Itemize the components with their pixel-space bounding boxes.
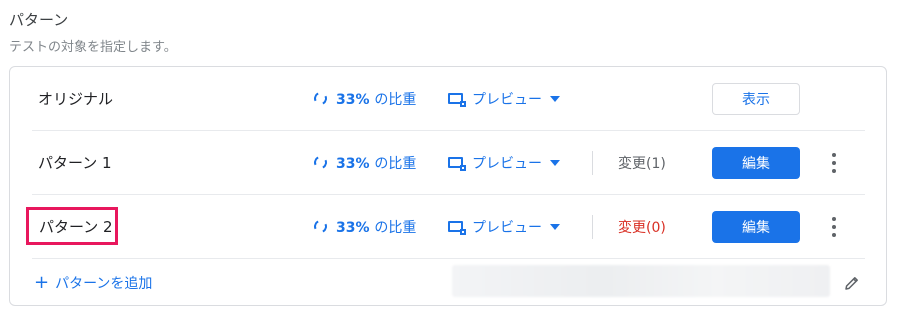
preview-label: プレビュー: [472, 219, 542, 236]
weight-percent: 33%: [336, 91, 370, 108]
pencil-icon[interactable]: [844, 275, 860, 291]
more-menu-icon[interactable]: [828, 153, 840, 173]
changes-link[interactable]: 変更(1): [618, 131, 666, 194]
weight-percent: 33%: [336, 155, 370, 172]
preview-label: プレビュー: [472, 91, 542, 108]
devices-icon: [448, 157, 466, 171]
more-menu-icon[interactable]: [828, 217, 840, 237]
preview-dropdown[interactable]: プレビュー: [448, 131, 560, 194]
pattern-row-original: オリジナル 33% の比重 プレビュー 表示: [32, 67, 865, 131]
weight-icon: [312, 218, 329, 235]
section-subtitle: テストの対象を指定します。: [9, 40, 177, 55]
weight-link[interactable]: 33% の比重: [312, 67, 417, 130]
weight-suffix: の比重: [374, 219, 417, 236]
pattern-row-1: パターン 1 33% の比重 プレビュー 変更(1) 編集: [32, 131, 865, 195]
preview-dropdown[interactable]: プレビュー: [448, 67, 560, 130]
preview-dropdown[interactable]: プレビュー: [448, 195, 560, 258]
caret-down-icon: [550, 95, 560, 102]
patterns-card: オリジナル 33% の比重 プレビュー 表示 パターン 1 33% の比重 プレ…: [9, 66, 887, 306]
weight-link[interactable]: 33% の比重: [312, 195, 417, 258]
blurred-field: [452, 265, 830, 297]
section-title: パターン: [9, 11, 69, 29]
pattern-name-highlighted: パターン 2: [26, 207, 118, 245]
edit-button[interactable]: 編集: [712, 147, 800, 179]
edit-button[interactable]: 編集: [712, 211, 800, 243]
devices-icon: [448, 221, 466, 235]
weight-icon: [312, 154, 329, 171]
weight-suffix: の比重: [374, 155, 417, 172]
weight-link[interactable]: 33% の比重: [312, 131, 417, 194]
changes-link[interactable]: 変更(0): [618, 195, 666, 258]
patterns-panel: パターン テストの対象を指定します。 オリジナル 33% の比重 プレビュー 表…: [0, 0, 901, 326]
devices-icon: [448, 93, 466, 107]
pattern-row-2: パターン 2 33% の比重 プレビュー 変更(0) 編集: [26, 195, 865, 259]
add-pattern-label: パターンを追加: [55, 275, 153, 292]
weight-percent: 33%: [336, 219, 370, 236]
divider: [592, 151, 593, 175]
preview-label: プレビュー: [472, 155, 542, 172]
pattern-name: オリジナル: [38, 90, 114, 108]
plus-icon: +: [34, 271, 50, 293]
add-pattern-row: + パターンを追加: [32, 259, 865, 306]
pattern-name: パターン 2: [39, 217, 113, 236]
view-button[interactable]: 表示: [712, 83, 800, 115]
weight-suffix: の比重: [374, 91, 417, 108]
caret-down-icon: [550, 159, 560, 166]
caret-down-icon: [550, 223, 560, 230]
weight-icon: [312, 90, 329, 107]
pattern-name: パターン 1: [38, 154, 112, 172]
divider: [592, 215, 593, 239]
add-pattern-button[interactable]: + パターンを追加: [34, 259, 152, 306]
